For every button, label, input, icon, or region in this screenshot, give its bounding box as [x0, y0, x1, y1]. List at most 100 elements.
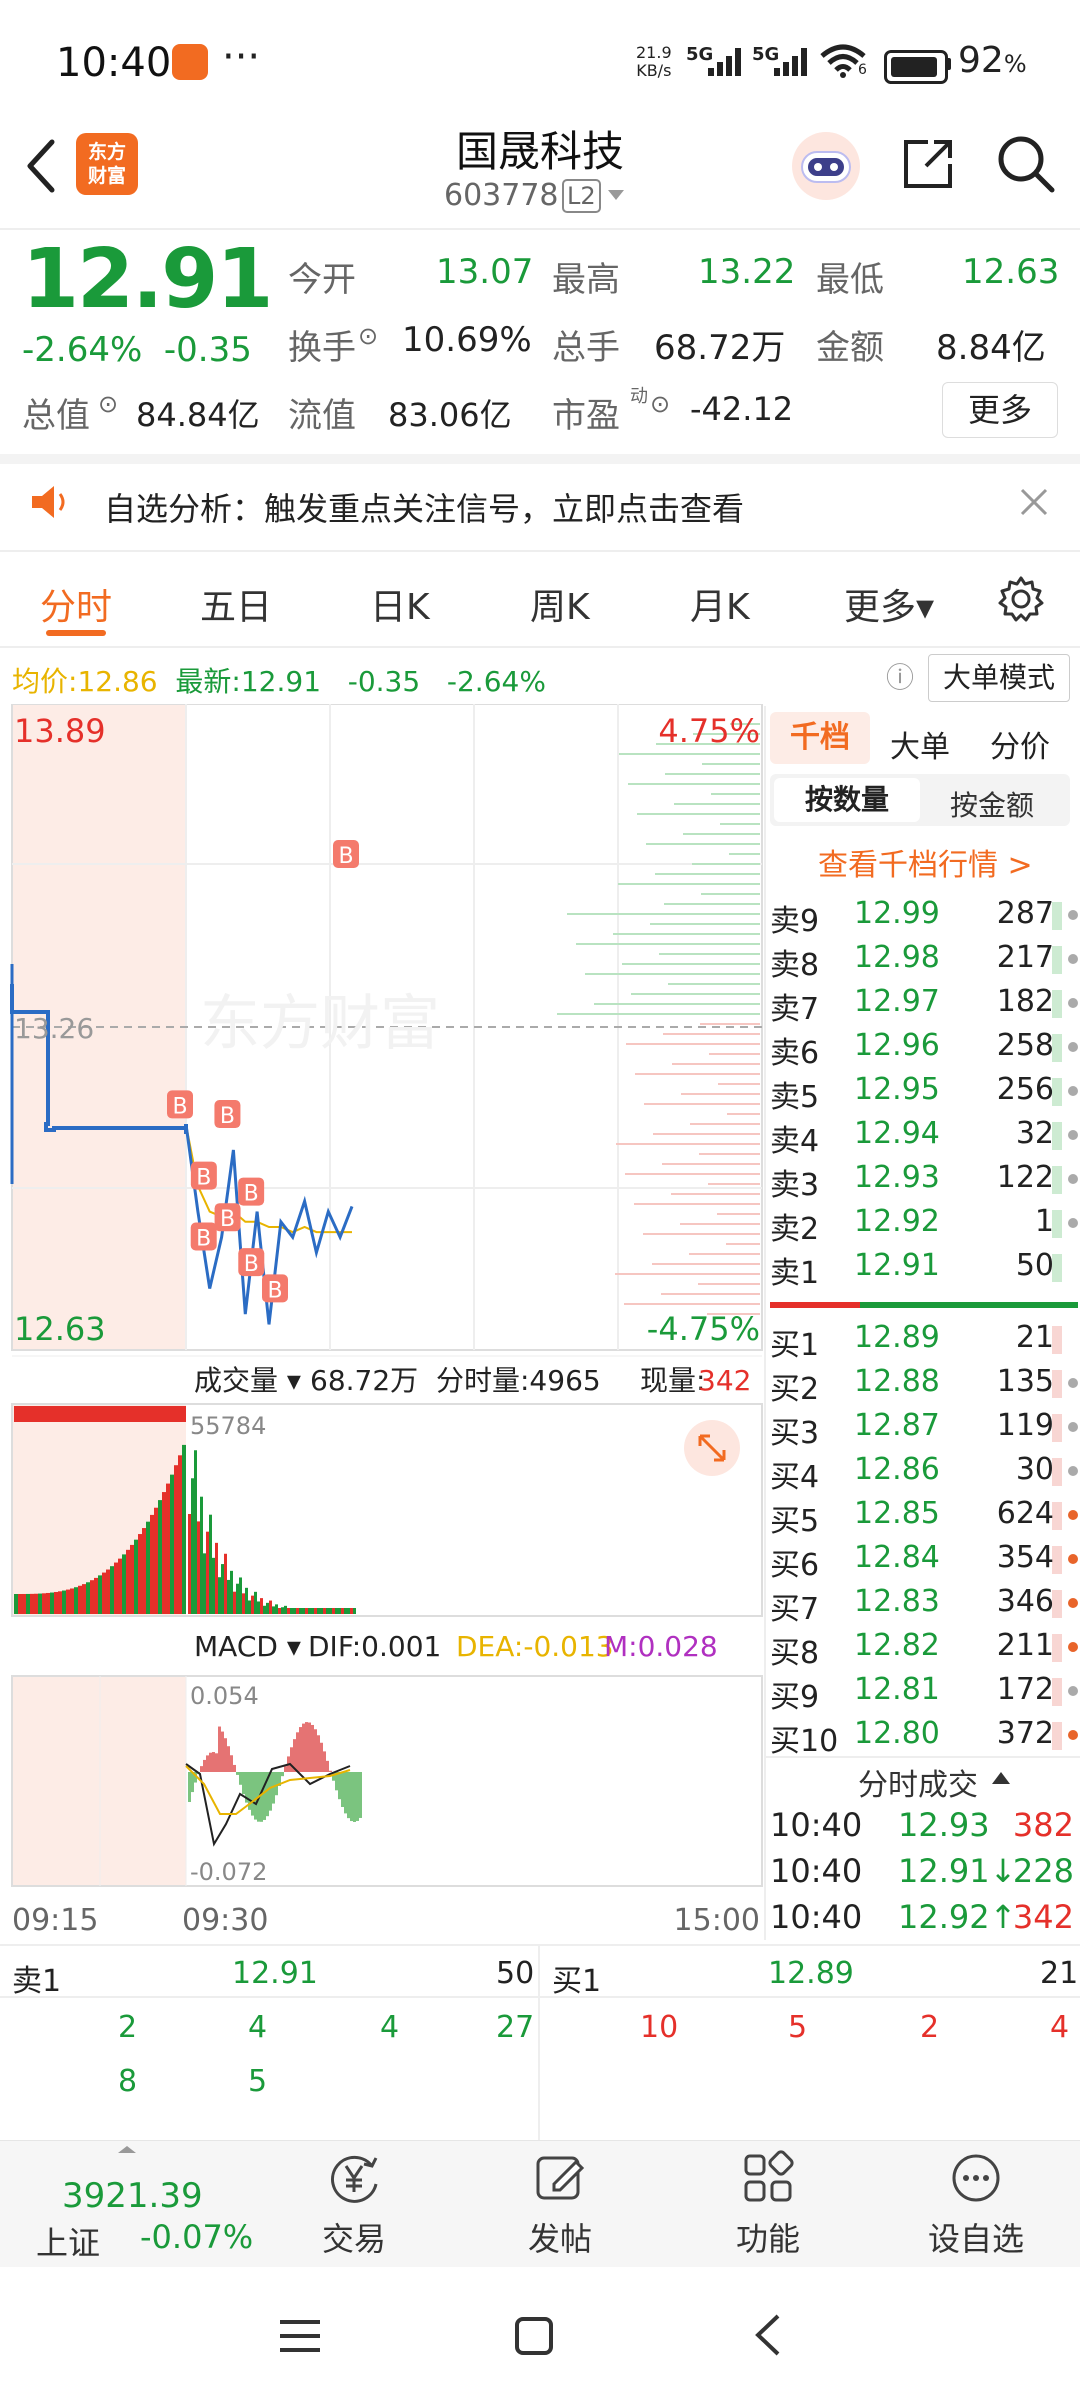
volume-bar — [212, 1557, 215, 1614]
macd-bar — [206, 1755, 209, 1772]
by-qty-button[interactable]: 按数量 — [774, 778, 920, 822]
network-rate: 21.9 KB/s — [636, 43, 672, 80]
volume-bar — [58, 1591, 62, 1614]
ask-label: 卖6 — [770, 1036, 820, 1071]
tab-more[interactable]: 更多▾ — [844, 578, 934, 630]
index-change[interactable]: -0.07% — [140, 2218, 253, 2256]
volume-bar — [236, 1583, 239, 1614]
macd-bar — [254, 1772, 257, 1820]
chevron-up-icon[interactable] — [990, 1770, 1012, 1786]
queue-ask-label: 卖1 — [12, 1964, 62, 1999]
bid-row[interactable]: 买7 12.83 346 — [770, 1584, 1080, 1627]
ask-row[interactable]: 卖2 12.92 1 — [770, 1204, 1080, 1247]
ask-row[interactable]: 卖3 12.93 122 — [770, 1160, 1080, 1203]
bid-row[interactable]: 买9 12.81 172 — [770, 1672, 1080, 1715]
ask-price: 12.93 — [854, 1160, 940, 1195]
volume-bar — [126, 1549, 130, 1614]
index-name[interactable]: 上证 — [36, 2218, 100, 2264]
bid-qty: 372 — [996, 1716, 1054, 1751]
menu-icon[interactable] — [278, 2316, 322, 2356]
volume-total: 68.72万 — [310, 1364, 418, 1397]
ask-row[interactable]: 卖4 12.94 32 — [770, 1116, 1080, 1159]
tab-intraday[interactable]: 分时 — [40, 578, 112, 630]
volume-bar — [122, 1554, 126, 1614]
tab-five-day[interactable]: 五日 — [200, 578, 272, 630]
share-icon[interactable] — [898, 134, 958, 194]
ask-bid-divider — [770, 1302, 1078, 1308]
bid-row[interactable]: 买1 12.89 21 — [770, 1320, 1080, 1363]
order-dot — [1068, 1042, 1078, 1052]
bid-label: 买6 — [770, 1548, 820, 1583]
info-circle-icon[interactable]: ⊙ — [358, 322, 378, 350]
tab-weekly-k[interactable]: 周K — [530, 578, 590, 630]
view-depth-link[interactable]: 查看千档行情 > — [818, 840, 1033, 884]
info-circle-icon[interactable]: ⊙ — [650, 390, 670, 418]
macd-bar — [326, 1760, 329, 1772]
ask-row[interactable]: 卖6 12.96 258 — [770, 1028, 1080, 1071]
chevron-up-icon[interactable] — [116, 2144, 138, 2154]
ask-qty: 256 — [996, 1072, 1054, 1107]
pre-close-label: 13.26 — [14, 1012, 94, 1045]
ask-row[interactable]: 卖7 12.97 182 — [770, 984, 1080, 1027]
ask-row[interactable]: 卖5 12.95 256 — [770, 1072, 1080, 1115]
index-value[interactable]: 3921.39 — [62, 2176, 203, 2216]
ask-row[interactable]: 卖9 12.99 287 — [770, 896, 1080, 939]
close-icon[interactable] — [1018, 486, 1050, 518]
ask-price: 12.94 — [854, 1116, 940, 1151]
ask-row[interactable]: 卖8 12.98 217 — [770, 940, 1080, 983]
queue-order: 2 — [920, 2010, 940, 2045]
volume-bar — [30, 1593, 34, 1614]
ask-qty: 258 — [996, 1028, 1054, 1063]
notice-text[interactable]: 自选分析：触发重点关注信号，立即点击查看 — [104, 484, 744, 530]
open-value: 13.07 — [436, 252, 534, 292]
tab-price-dist[interactable]: 分价 — [990, 722, 1050, 766]
by-amt-button[interactable]: 按金额 — [950, 784, 1034, 824]
help-icon[interactable]: ⓘ — [886, 656, 914, 696]
amount-label: 金额 — [816, 328, 884, 368]
bid-row[interactable]: 买5 12.85 624 — [770, 1496, 1080, 1539]
buy-marker: B — [214, 1203, 241, 1232]
level2-badge[interactable]: L2 — [562, 179, 601, 213]
nav-add-watchlist[interactable]: 设自选 — [916, 2150, 1036, 2260]
svg-text:B: B — [220, 1104, 235, 1129]
back-nav-icon[interactable] — [752, 2312, 784, 2358]
info-circle-icon[interactable]: ⊙ — [98, 390, 118, 418]
bid-row[interactable]: 买6 12.84 354 — [770, 1540, 1080, 1583]
intraday-chart[interactable]: 东方财富 BBBBBBBBB 13.89 12.63 13.26 4.75% -… — [0, 704, 764, 1944]
tab-daily-k[interactable]: 日K — [370, 578, 430, 630]
big-order-mode-button[interactable]: 大单模式 — [928, 654, 1070, 702]
volume-bar — [118, 1558, 122, 1614]
nav-post[interactable]: 发帖 — [500, 2150, 620, 2260]
tab-monthly-k[interactable]: 月K — [690, 578, 750, 630]
queue-bid-label: 买1 — [552, 1964, 602, 1999]
ai-assistant-icon[interactable] — [790, 130, 862, 202]
bid-row[interactable]: 买3 12.87 119 — [770, 1408, 1080, 1451]
search-icon[interactable] — [994, 132, 1056, 194]
price-low-label: 12.63 — [14, 1310, 106, 1348]
volume-bar — [308, 1608, 311, 1614]
open-label: 今开 — [288, 260, 356, 300]
tick-qty: 342 — [1012, 1898, 1074, 1936]
chevron-down-icon[interactable] — [606, 188, 626, 202]
tab-big-order[interactable]: 大单 — [890, 722, 950, 766]
ask-price: 12.97 — [854, 984, 940, 1019]
mktcap-value: 84.84亿 — [136, 396, 260, 434]
gear-icon[interactable] — [996, 574, 1046, 624]
volume-bar — [182, 1444, 186, 1614]
ask-row[interactable]: 卖1 12.91 50 — [770, 1248, 1080, 1291]
volume-bar — [191, 1478, 194, 1614]
home-icon[interactable] — [514, 2316, 554, 2356]
more-button[interactable]: 更多 — [942, 382, 1058, 438]
bid-row[interactable]: 买8 12.82 211 — [770, 1628, 1080, 1671]
tab-depth[interactable]: 千档 — [770, 712, 870, 764]
ticks-title[interactable]: 分时成交 — [858, 1760, 978, 1804]
nav-functions[interactable]: 功能 — [708, 2150, 828, 2260]
float-value: 83.06亿 — [388, 396, 512, 434]
bid-row[interactable]: 买2 12.88 135 — [770, 1364, 1080, 1407]
nav-trade[interactable]: 交易 — [294, 2150, 414, 2260]
queue-order: 5 — [248, 2064, 268, 2099]
bid-row[interactable]: 买10 12.80 372 — [770, 1716, 1080, 1759]
wifi-number: 6 — [858, 62, 867, 78]
bid-row[interactable]: 买4 12.86 30 — [770, 1452, 1080, 1495]
macd-bar — [221, 1731, 224, 1772]
